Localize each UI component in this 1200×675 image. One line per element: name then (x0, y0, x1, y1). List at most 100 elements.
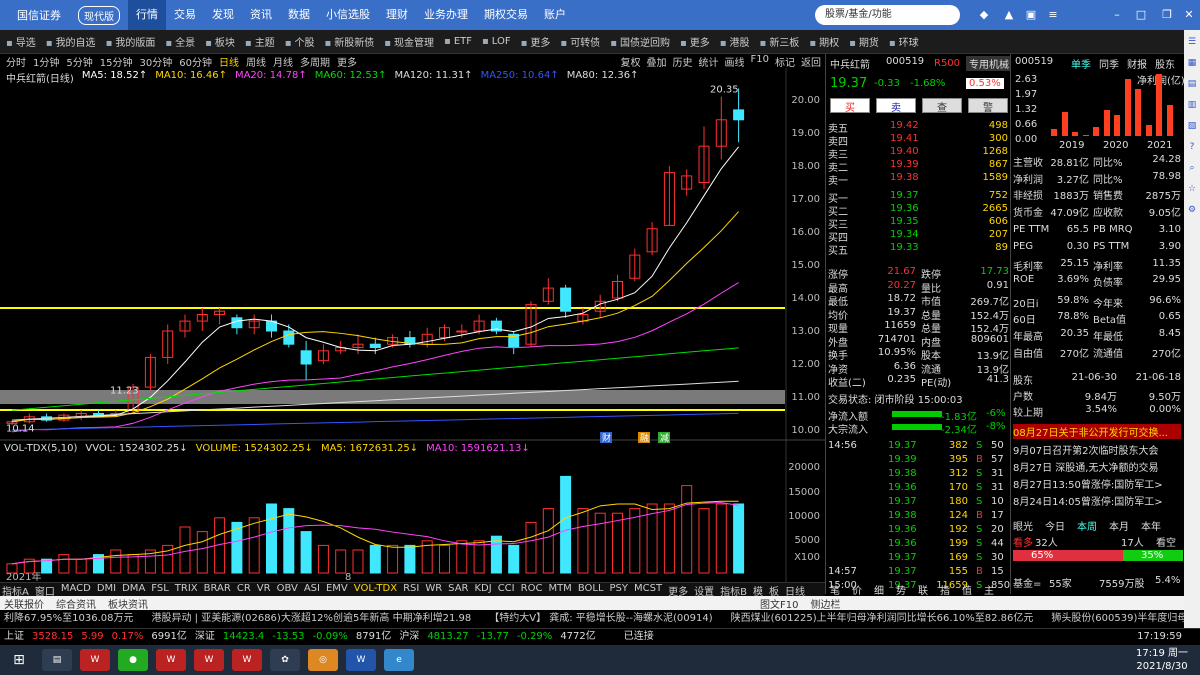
volume-bar[interactable] (542, 508, 554, 574)
index-name[interactable]: 深证 (195, 629, 215, 645)
period-tab[interactable]: 更多 (337, 54, 357, 69)
toolbar-item[interactable]: ▪ 港股 (720, 34, 750, 49)
profit-bar[interactable] (1072, 132, 1078, 136)
bottom-link[interactable]: 关联报价 (4, 596, 44, 611)
toolbar-item[interactable]: ▪ 导选 (6, 34, 36, 49)
chart-control[interactable]: 标记 (775, 54, 795, 69)
toolbar-item[interactable]: ▪ 我的自选 (46, 34, 96, 49)
image-icon[interactable]: ▣ (1022, 6, 1040, 24)
news-item[interactable]: 8月27日 深股通,无大净额的交易 (1013, 459, 1158, 474)
volume-bar[interactable] (75, 558, 87, 574)
volume-bar[interactable] (266, 503, 277, 574)
main-tab[interactable]: 行情 (128, 0, 166, 30)
period-tab[interactable]: 月线 (273, 54, 293, 69)
browser-icon[interactable]: e (384, 649, 414, 671)
windows-start-icon[interactable]: ⊞ (4, 649, 34, 671)
toolbar-item[interactable]: ▪ 个股 (285, 34, 315, 49)
maximize-icon[interactable]: □ (1132, 6, 1150, 24)
volume-bar[interactable] (369, 544, 381, 574)
industry-tag[interactable]: 专用机械 (966, 56, 1012, 71)
fin-tab[interactable]: 财报 (1127, 56, 1147, 71)
volume-bar[interactable] (733, 503, 745, 574)
candle-body[interactable] (283, 330, 295, 345)
period-tab[interactable]: 15分钟 (100, 54, 133, 69)
chart-icon[interactable]: ▤ (1185, 79, 1199, 93)
candle-body[interactable] (300, 350, 312, 365)
gear-icon[interactable]: ⚙ (1185, 205, 1199, 219)
ticker-item[interactable]: 狮头股份(600539)半年度归母净利同比增112 (1051, 610, 1184, 628)
volume-bar[interactable] (179, 526, 191, 574)
app-icon-4[interactable]: W (232, 649, 262, 671)
ask-icon[interactable]: ? (1185, 142, 1199, 156)
news-ticker[interactable]: 利降67.95%至1036.08万元 港股异动 | 亚美能源(02686)大涨超1… (0, 610, 1184, 628)
toolbar-item[interactable]: ▪ 新股新债 (324, 34, 374, 49)
candle-body[interactable] (456, 330, 468, 333)
period-tab[interactable]: 分时 (6, 54, 26, 69)
toolbar-item[interactable]: ▪ 环球 (889, 34, 919, 49)
toolbar-item[interactable]: ▪ 更多 (680, 34, 710, 49)
volume-bar[interactable] (352, 549, 364, 574)
bottom-link[interactable]: 综合资讯 (56, 596, 96, 611)
app-icon-1[interactable]: W (80, 649, 110, 671)
wechat-icon[interactable]: ● (118, 649, 148, 671)
toolbar-item[interactable]: ▪ 更多 (521, 34, 551, 49)
volume-bar[interactable] (577, 508, 589, 574)
kline-icon[interactable]: ▥ (1185, 100, 1199, 114)
index-name[interactable]: 沪深 (399, 629, 419, 645)
toolbar-item[interactable]: ▪ 现金管理 (384, 34, 434, 49)
bull-bar[interactable]: 65% (1013, 550, 1123, 561)
indicator-tab[interactable]: ASI (304, 583, 320, 596)
app-icon-2[interactable]: W (156, 649, 186, 671)
main-tab[interactable]: 业务办理 (416, 0, 476, 30)
taskbar-clock[interactable]: 17:19 周一 2021/8/30 (1136, 647, 1188, 673)
profit-bar[interactable] (1093, 126, 1099, 136)
profit-bar[interactable] (1061, 112, 1068, 136)
indicator-tab[interactable]: 指标B (720, 583, 747, 598)
bottom-link[interactable]: 侧边栏 (810, 596, 840, 611)
buy-button[interactable]: 买 (830, 98, 870, 114)
indicator-tab[interactable]: 窗口 (35, 583, 55, 598)
volume-bar[interactable] (110, 549, 122, 574)
grid-icon[interactable]: ▦ (1185, 58, 1199, 72)
main-tab[interactable]: 发现 (204, 0, 242, 30)
star-icon[interactable]: ☆ (1185, 184, 1199, 198)
news-header[interactable]: 08月27日关于非公开发行可交换... (1013, 424, 1181, 439)
chrome-icon[interactable]: ◎ (308, 649, 338, 671)
close-icon[interactable]: ✕ (1180, 6, 1198, 24)
main-tab[interactable]: 理财 (378, 0, 416, 30)
indicator-tab[interactable]: MCST (634, 583, 662, 596)
indicator-tab[interactable]: VOL-TDX (354, 583, 397, 596)
indicator-tab[interactable]: DMA (122, 583, 145, 596)
toolbar-item[interactable]: ▪ 全景 (165, 34, 195, 49)
indicator-tab[interactable]: BRAR (204, 583, 231, 596)
indicator-tab[interactable]: BOLL (578, 583, 604, 596)
volume-bar[interactable] (335, 549, 347, 574)
main-tab[interactable]: 交易 (166, 0, 204, 30)
period-tab[interactable]: 5分钟 (66, 54, 92, 69)
fin-tab[interactable]: 同季 (1099, 56, 1119, 71)
period-tab[interactable]: 日线 (219, 54, 239, 69)
ticker-item[interactable]: 港股异动 | 亚美能源(02686)大涨超12%创逾5年新高 中期净利增21.9… (151, 610, 471, 628)
query-button[interactable]: 查 (922, 98, 962, 114)
volume-bar[interactable] (525, 521, 537, 574)
chart-control[interactable]: 复权 (621, 54, 641, 69)
profit-bar[interactable] (1166, 105, 1173, 136)
quote-tab[interactable]: 主 (984, 582, 994, 597)
fin-tab[interactable]: 单季 (1071, 56, 1091, 71)
chart-control[interactable]: 叠加 (647, 54, 667, 69)
ticker-item[interactable]: 陕西煤业(601225)上半年归母净利润同比增长66.10%至82.86亿元 (731, 610, 1034, 628)
candle-body[interactable] (560, 287, 572, 312)
period-tab[interactable]: 30分钟 (139, 54, 172, 69)
volume-bar[interactable] (456, 540, 468, 574)
main-tab[interactable]: 数据 (280, 0, 318, 30)
toolbar-item[interactable]: ▪ 新三板 (760, 34, 800, 49)
sentiment-tab[interactable]: 本月 (1109, 518, 1129, 533)
sentiment-tab[interactable]: 本年 (1141, 518, 1161, 533)
profit-bar[interactable] (1135, 88, 1141, 136)
volume-bar[interactable] (681, 485, 693, 574)
indicator-tab[interactable]: EMV (326, 583, 348, 596)
volume-bar[interactable] (560, 475, 572, 574)
volume-bar[interactable] (300, 531, 312, 574)
kline-chart[interactable]: 20.00 19.00 18.00 17.00 16.00 15.00 14.00 13.00… (0, 54, 825, 594)
app-icon-5[interactable]: ✿ (270, 649, 300, 671)
